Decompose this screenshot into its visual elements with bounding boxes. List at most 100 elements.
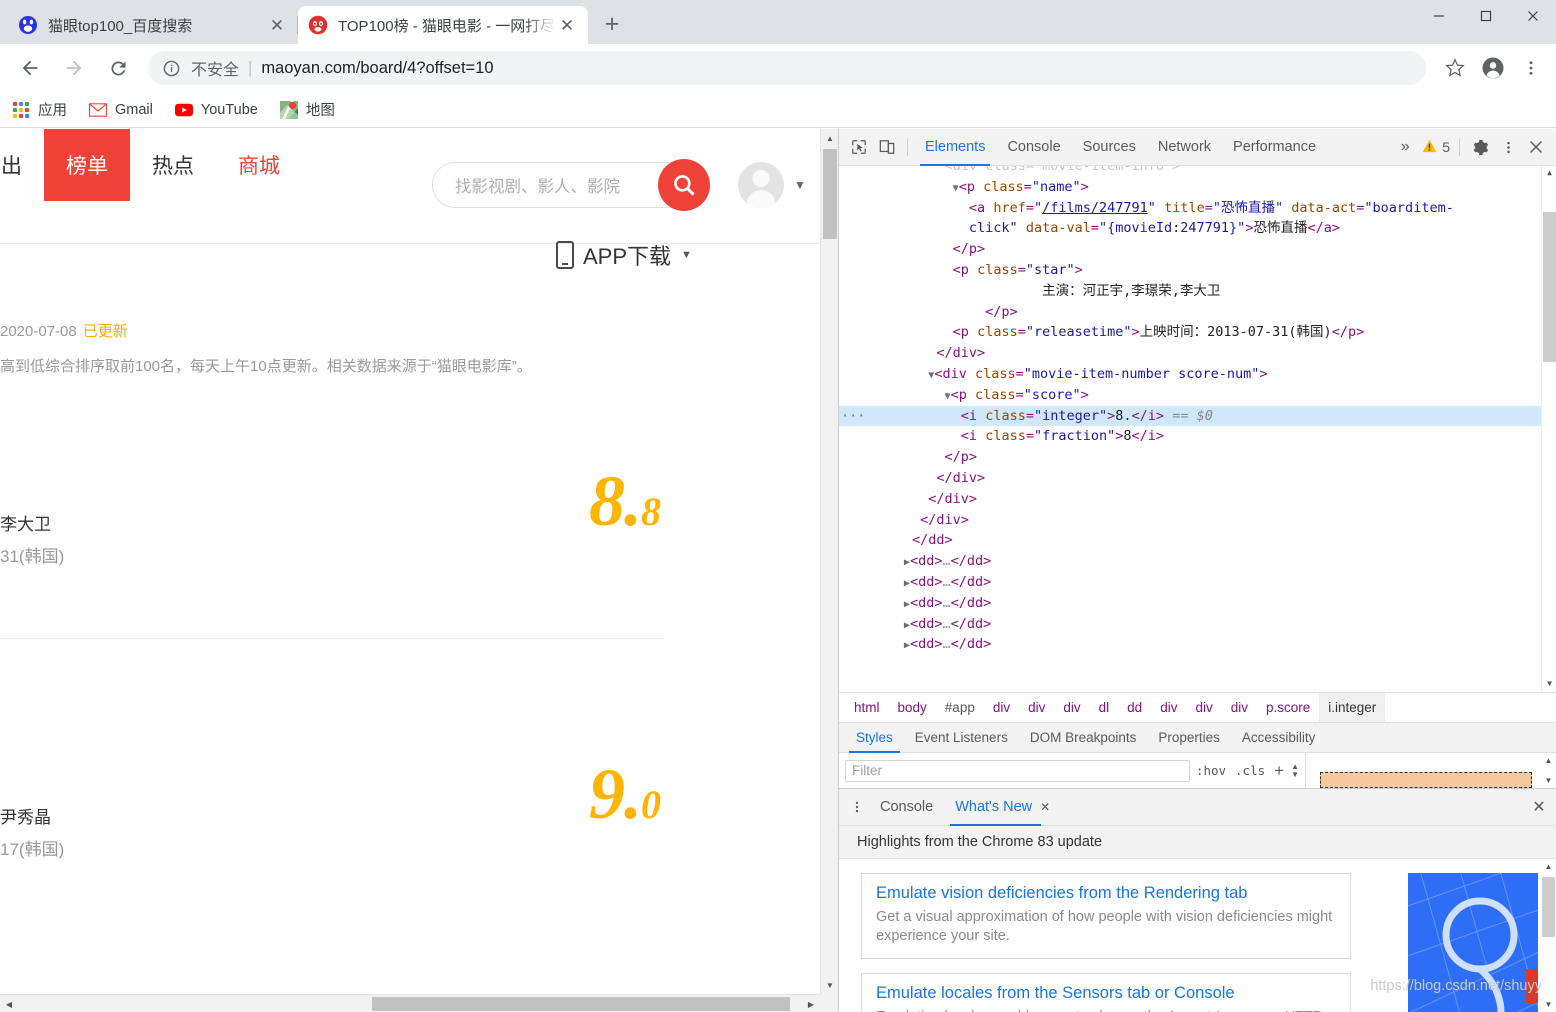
dom-node[interactable]: ▼<p class="name"> xyxy=(839,177,1556,198)
breadcrumb-item[interactable]: div xyxy=(1151,693,1186,723)
bookmark-gmail[interactable]: Gmail xyxy=(89,101,153,119)
tab-elements[interactable]: Elements xyxy=(914,129,996,166)
close-icon[interactable] xyxy=(1522,133,1550,161)
scroll-down-icon[interactable]: ▼ xyxy=(821,976,838,994)
chevron-down-icon[interactable]: ▼ xyxy=(681,249,692,261)
drawer-close-button[interactable]: ✕ xyxy=(1522,797,1556,817)
dom-node[interactable]: ▶<dd>…</dd> xyxy=(839,634,1556,655)
bookmark-maps[interactable]: 地图 xyxy=(279,99,335,120)
tab-close-button[interactable]: ✕ xyxy=(556,14,578,36)
breadcrumb-item[interactable]: p.score xyxy=(1257,693,1319,723)
profile-avatar-icon[interactable] xyxy=(1476,51,1510,85)
computed-stepper[interactable]: ▲ ▼ xyxy=(1291,762,1299,779)
page-horizontal-scrollbar[interactable]: ◀ ▶ xyxy=(0,994,820,1012)
inspect-element-icon[interactable] xyxy=(845,133,873,161)
close-icon[interactable]: ✕ xyxy=(1040,800,1050,814)
dom-node[interactable]: 主演：河正宇,李璟荣,李大卫 xyxy=(839,281,1556,302)
dom-node[interactable]: </div> xyxy=(839,489,1556,510)
back-arrow-icon[interactable] xyxy=(12,50,48,86)
scroll-up-icon[interactable]: ▲ xyxy=(821,129,838,147)
scroll-thumb[interactable] xyxy=(1543,212,1556,362)
nav-item-board[interactable]: 榜单 xyxy=(44,129,130,201)
tab-dom-breakpoints[interactable]: DOM Breakpoints xyxy=(1019,723,1148,753)
breadcrumb-item[interactable]: div xyxy=(1019,693,1054,723)
breadcrumb-item[interactable]: html xyxy=(845,693,889,723)
scroll-up-icon[interactable]: ▲ xyxy=(1541,859,1556,874)
dom-node[interactable]: ▼<p class="score"> xyxy=(839,385,1556,406)
breadcrumb-item[interactable]: div xyxy=(1186,693,1221,723)
tab-close-button[interactable]: ✕ xyxy=(266,14,288,36)
drawer-tab-console[interactable]: Console xyxy=(869,789,944,826)
scroll-down-icon[interactable]: ▼ xyxy=(1541,773,1556,788)
dom-node[interactable]: ▶<dd>…</dd> xyxy=(839,551,1556,572)
breadcrumb-item[interactable]: div xyxy=(984,693,1019,723)
film-row[interactable]: 李大卫 31(韩国) 8.8 xyxy=(0,461,820,665)
drawer-scrollbar[interactable]: ▲ ▼ xyxy=(1541,859,1556,1012)
breadcrumb-item[interactable]: body xyxy=(889,693,936,723)
dom-node[interactable]: click" data-val="{movieId:247791}">恐怖直播<… xyxy=(839,218,1556,239)
scroll-thumb[interactable] xyxy=(1542,877,1555,937)
nav-item-hot[interactable]: 热点 xyxy=(130,129,216,201)
tab-network[interactable]: Network xyxy=(1147,129,1222,166)
page-vertical-scrollbar[interactable]: ▲ ▼ xyxy=(820,129,838,994)
nav-item-shows[interactable]: 演出 xyxy=(0,129,44,201)
tab-properties[interactable]: Properties xyxy=(1147,723,1231,753)
scroll-left-icon[interactable]: ◀ xyxy=(0,995,18,1012)
tab-console[interactable]: Console xyxy=(996,129,1071,166)
dom-node[interactable]: <div class="movie-item-info"> xyxy=(839,166,1556,177)
breadcrumb-item[interactable]: dd xyxy=(1118,693,1151,723)
kebab-menu-icon[interactable] xyxy=(1514,51,1548,85)
breadcrumb-item[interactable]: dl xyxy=(1090,693,1119,723)
dom-node[interactable]: </div> xyxy=(839,343,1556,364)
warning-badge[interactable]: 5 xyxy=(1422,139,1450,156)
nav-item-mall[interactable]: 商城 xyxy=(216,129,302,201)
drawer-tab-whats-new[interactable]: What's New ✕ xyxy=(944,789,1061,826)
browser-tab-maoyan[interactable]: TOP100榜 - 猫眼电影 - 一网打尽好电影 ✕ xyxy=(298,6,588,44)
kebab-menu-icon[interactable] xyxy=(1494,133,1522,161)
cls-toggle[interactable]: .cls xyxy=(1235,763,1265,778)
dom-node[interactable]: </dd> xyxy=(839,530,1556,551)
new-style-rule-button[interactable]: + xyxy=(1274,761,1284,781)
scroll-down-icon[interactable]: ▼ xyxy=(1541,997,1556,1012)
tab-event-listeners[interactable]: Event Listeners xyxy=(904,723,1019,753)
tab-styles[interactable]: Styles xyxy=(845,723,904,753)
star-icon[interactable] xyxy=(1438,51,1472,85)
dom-node[interactable]: <a href="/films/247791" title="恐怖直播" dat… xyxy=(839,198,1556,219)
close-button[interactable] xyxy=(1509,0,1556,32)
new-tab-button[interactable]: + xyxy=(594,6,630,42)
dom-node[interactable]: <p class="star"> xyxy=(839,260,1556,281)
dom-node[interactable]: ▶<dd>…</dd> xyxy=(839,593,1556,614)
bookmark-youtube[interactable]: YouTube xyxy=(174,101,258,119)
breadcrumb-item[interactable]: i.integer xyxy=(1319,692,1386,723)
scroll-up-icon[interactable]: ▲ xyxy=(1541,753,1556,768)
dom-scrollbar[interactable]: ▲ ▼ xyxy=(1541,166,1556,692)
dom-node[interactable]: <i class="fraction">8</i> xyxy=(839,426,1556,447)
dom-node[interactable]: ▶<dd>…</dd> xyxy=(839,614,1556,635)
computed-scrollbar[interactable]: ▲ ▼ xyxy=(1541,753,1556,788)
dom-node[interactable]: </p> xyxy=(839,447,1556,468)
tab-sources[interactable]: Sources xyxy=(1072,129,1147,166)
chevron-down-icon[interactable]: ▼ xyxy=(794,178,806,192)
dom-node[interactable]: ▼<div class="movie-item-number score-num… xyxy=(839,364,1556,385)
device-toolbar-icon[interactable] xyxy=(873,133,901,161)
avatar[interactable] xyxy=(738,162,784,208)
dom-node[interactable]: </p> xyxy=(839,239,1556,260)
dom-node[interactable]: <p class="releasetime">上映时间：2013-07-31(韩… xyxy=(839,322,1556,343)
filter-input[interactable]: Filter xyxy=(845,759,1190,782)
tab-performance[interactable]: Performance xyxy=(1222,129,1327,166)
address-bar[interactable]: 不安全 | maoyan.com/board/4?offset=10 xyxy=(148,51,1426,85)
film-row[interactable]: 尹秀晶 17(韩国) 9.0 xyxy=(0,754,820,958)
hov-toggle[interactable]: :hov xyxy=(1196,763,1226,778)
not-secure-info-icon[interactable] xyxy=(162,59,181,78)
dom-node[interactable]: ▶<dd>…</dd> xyxy=(839,572,1556,593)
scroll-right-icon[interactable]: ▶ xyxy=(802,995,820,1012)
reload-icon[interactable] xyxy=(100,50,136,86)
scroll-thumb[interactable] xyxy=(372,997,790,1011)
minimize-button[interactable] xyxy=(1415,0,1462,32)
kebab-menu-icon[interactable] xyxy=(845,800,869,814)
breadcrumb-item[interactable]: div xyxy=(1054,693,1089,723)
forward-arrow-icon[interactable] xyxy=(56,50,92,86)
app-download[interactable]: APP下载 ▼ xyxy=(556,239,692,271)
dom-node-selected[interactable]: ··· <i class="integer">8.</i> == $0 xyxy=(839,405,1556,427)
browser-tab-baidu[interactable]: 猫眼top100_百度搜索 ✕ xyxy=(8,6,298,44)
